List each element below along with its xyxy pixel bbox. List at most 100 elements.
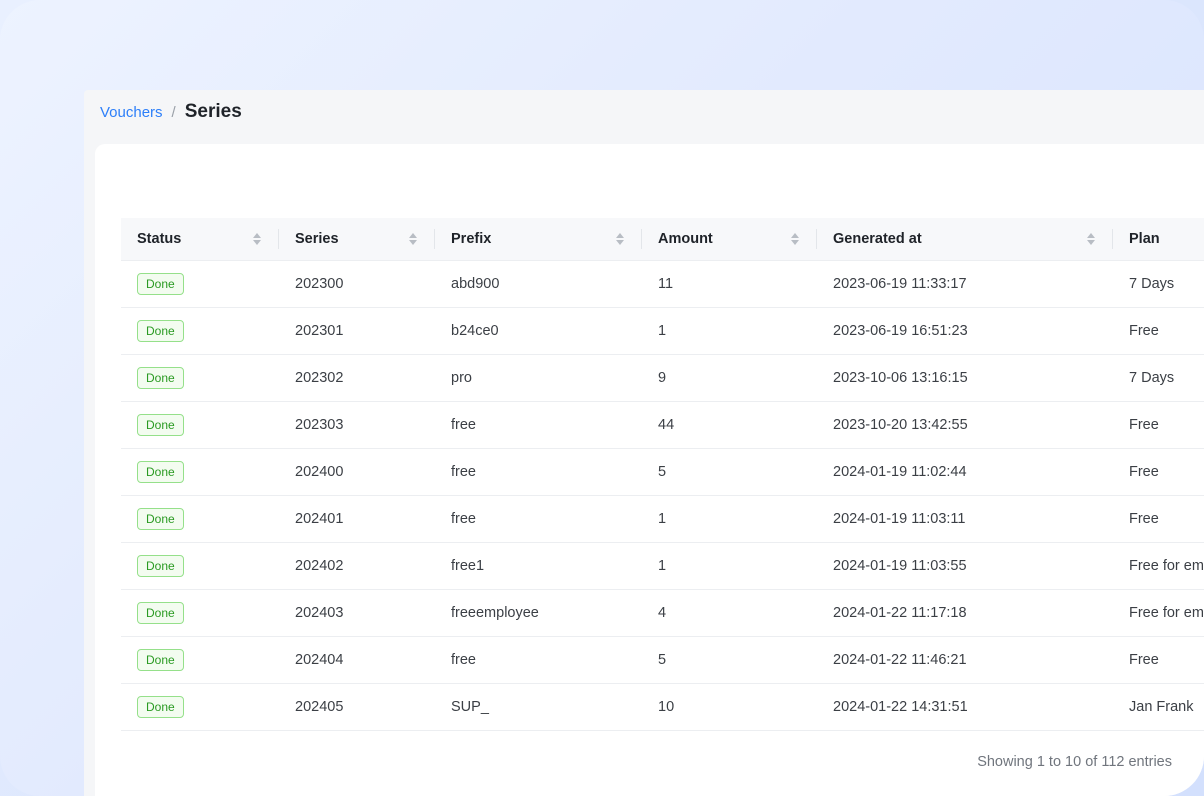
cell-prefix: free (435, 495, 642, 543)
column-header-plan[interactable]: Plan (1113, 218, 1204, 261)
cell-amount: 10 (642, 683, 817, 731)
table-row[interactable]: Done 202405 SUP_ 10 2024-01-22 14:31:51 Jan F… (121, 683, 1204, 731)
breadcrumb-separator: / (171, 103, 176, 121)
table-row[interactable]: Done 202301 b24ce0 1 2023-06-19 16:51:23 Free (121, 307, 1204, 355)
cell-prefix: b24ce0 (435, 307, 642, 355)
column-header-status[interactable]: Status (121, 218, 279, 261)
cell-generated-at: 2024-01-19 11:03:11 (817, 495, 1113, 543)
column-header-series[interactable]: Series (279, 218, 435, 261)
table-row[interactable]: Done 202302 pro 9 2023-10-06 13:16:15 7 Days (121, 354, 1204, 402)
column-header-label: Series (295, 230, 339, 247)
cell-generated-at: 2023-06-19 11:33:17 (817, 260, 1113, 308)
cell-generated-at: 2023-10-06 13:16:15 (817, 354, 1113, 402)
cell-status: Done (121, 542, 279, 590)
sort-icon[interactable] (409, 232, 417, 245)
cell-status: Done (121, 354, 279, 402)
cell-amount: 1 (642, 307, 817, 355)
cell-plan: Free (1113, 636, 1204, 684)
sort-icon[interactable] (253, 232, 261, 245)
cell-amount: 1 (642, 495, 817, 543)
cell-generated-at: 2024-01-22 11:17:18 (817, 589, 1113, 637)
column-header-label: Generated at (833, 230, 922, 247)
table-card: Status Series Prefix Amount Generated at… (95, 144, 1204, 796)
cell-series: 202303 (279, 401, 435, 449)
cell-amount: 5 (642, 636, 817, 684)
cell-prefix: free (435, 636, 642, 684)
cell-generated-at: 2024-01-19 11:02:44 (817, 448, 1113, 496)
cell-plan: 7 Days (1113, 260, 1204, 308)
cell-status: Done (121, 307, 279, 355)
cell-status: Done (121, 260, 279, 308)
sort-icon[interactable] (791, 232, 799, 245)
cell-amount: 4 (642, 589, 817, 637)
cell-status: Done (121, 589, 279, 637)
breadcrumb-link-vouchers[interactable]: Vouchers (100, 104, 163, 121)
status-badge: Done (137, 601, 184, 624)
cell-amount: 44 (642, 401, 817, 449)
cell-prefix: SUP_ (435, 683, 642, 731)
table-row[interactable]: Done 202303 free 44 2023-10-20 13:42:55 Free (121, 401, 1204, 449)
status-badge: Done (137, 272, 184, 295)
cell-plan: Free (1113, 401, 1204, 449)
status-badge: Done (137, 695, 184, 718)
cell-series: 202300 (279, 260, 435, 308)
window-frame: Vouchers / Series Status Series Prefix A… (0, 0, 1204, 796)
table-body: Done 202300 abd900 11 2023-06-19 11:33:17 7 D… (121, 260, 1204, 731)
cell-plan: Jan Frank (1113, 683, 1204, 731)
cell-status: Done (121, 448, 279, 496)
table-row[interactable]: Done 202401 free 1 2024-01-19 11:03:11 Free (121, 495, 1204, 543)
cell-series: 202301 (279, 307, 435, 355)
status-badge: Done (137, 648, 184, 671)
cell-generated-at: 2023-10-20 13:42:55 (817, 401, 1113, 449)
table-row[interactable]: Done 202404 free 5 2024-01-22 11:46:21 Free (121, 636, 1204, 684)
cell-status: Done (121, 401, 279, 449)
status-badge: Done (137, 366, 184, 389)
cell-prefix: free1 (435, 542, 642, 590)
column-header-label: Status (137, 230, 182, 247)
status-badge: Done (137, 319, 184, 342)
column-header-label: Amount (658, 230, 713, 247)
table-row[interactable]: Done 202402 free1 1 2024-01-19 11:03:55 Free … (121, 542, 1204, 590)
column-header-generated-at[interactable]: Generated at (817, 218, 1113, 261)
cell-amount: 5 (642, 448, 817, 496)
series-table: Status Series Prefix Amount Generated at… (121, 218, 1204, 731)
cell-prefix: freeemployee (435, 589, 642, 637)
app-content: Vouchers / Series Status Series Prefix A… (84, 90, 1204, 796)
cell-series: 202404 (279, 636, 435, 684)
cell-plan: Free (1113, 307, 1204, 355)
cell-amount: 9 (642, 354, 817, 402)
cell-prefix: free (435, 401, 642, 449)
sort-icon[interactable] (1087, 232, 1095, 245)
page-title: Series (184, 101, 242, 122)
table-header-row: Status Series Prefix Amount Generated at… (121, 218, 1204, 261)
column-header-label: Plan (1129, 230, 1160, 247)
column-header-prefix[interactable]: Prefix (435, 218, 642, 261)
status-badge: Done (137, 413, 184, 436)
cell-series: 202302 (279, 354, 435, 402)
cell-generated-at: 2024-01-22 11:46:21 (817, 636, 1113, 684)
cell-series: 202400 (279, 448, 435, 496)
cell-plan: Free for em (1113, 542, 1204, 590)
status-badge: Done (137, 554, 184, 577)
column-header-amount[interactable]: Amount (642, 218, 817, 261)
breadcrumb: Vouchers / Series (100, 101, 242, 122)
cell-generated-at: 2024-01-22 14:31:51 (817, 683, 1113, 731)
sort-icon[interactable] (616, 232, 624, 245)
table-row[interactable]: Done 202403 freeemployee 4 2024-01-22 11:17:… (121, 589, 1204, 637)
cell-status: Done (121, 683, 279, 731)
cell-status: Done (121, 636, 279, 684)
cell-amount: 1 (642, 542, 817, 590)
cell-plan: Free (1113, 448, 1204, 496)
cell-series: 202402 (279, 542, 435, 590)
cell-plan: 7 Days (1113, 354, 1204, 402)
cell-amount: 11 (642, 260, 817, 308)
cell-prefix: pro (435, 354, 642, 402)
cell-status: Done (121, 495, 279, 543)
table-row[interactable]: Done 202300 abd900 11 2023-06-19 11:33:17 7 D… (121, 260, 1204, 308)
cell-series: 202403 (279, 589, 435, 637)
cell-series: 202405 (279, 683, 435, 731)
cell-generated-at: 2024-01-19 11:03:55 (817, 542, 1113, 590)
cell-plan: Free (1113, 495, 1204, 543)
status-badge: Done (137, 507, 184, 530)
table-row[interactable]: Done 202400 free 5 2024-01-19 11:02:44 Free (121, 448, 1204, 496)
